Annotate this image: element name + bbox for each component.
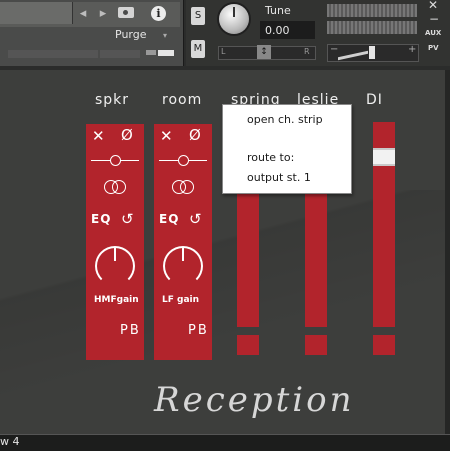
reset-icon[interactable]: ↺	[121, 210, 134, 228]
eq-button[interactable]: EQ	[91, 212, 111, 226]
bypass-icon[interactable]: ✕	[92, 127, 105, 145]
info-icon[interactable]: i	[151, 6, 166, 21]
pan-right-label: R	[304, 47, 310, 56]
fader-spring[interactable]	[237, 187, 259, 327]
reception-logo: Reception	[154, 380, 355, 420]
menu-item-output-st1[interactable]: output st. 1	[247, 171, 311, 184]
knob-pointer	[182, 247, 184, 261]
bypass-icon[interactable]: ✕	[160, 127, 173, 145]
pv-button[interactable]: PV	[428, 44, 439, 52]
stereo-width-handle[interactable]	[110, 155, 121, 166]
mute-button[interactable]: M	[191, 40, 205, 58]
volume-plus-label: +	[408, 44, 417, 55]
channel-context-menu: open ch. strip route to: output st. 1	[222, 104, 352, 194]
fader-leslie[interactable]	[305, 187, 327, 327]
channel-label-spkr: spkr	[95, 92, 130, 108]
phase-invert-icon[interactable]: Ø	[121, 126, 133, 144]
status-text: w 4	[0, 435, 20, 448]
fader-handle-di[interactable]	[373, 148, 395, 166]
phase-invert-icon[interactable]: Ø	[189, 126, 201, 144]
stereo-width-handle[interactable]	[178, 155, 189, 166]
knob-pointer	[114, 247, 116, 261]
close-icon[interactable]: ✕	[428, 0, 438, 12]
mute-pad-spring[interactable]	[237, 335, 259, 355]
volume-handle[interactable]	[369, 46, 375, 59]
pan-left-label: L	[221, 47, 226, 56]
mute-pad-di[interactable]	[373, 335, 395, 355]
level-meter-right	[327, 21, 417, 34]
lf-gain-label: LF gain	[162, 295, 200, 305]
stereo-link-icon[interactable]	[104, 180, 126, 194]
tune-label: Tune	[265, 4, 291, 17]
chevron-down-icon[interactable]: ▾	[163, 31, 167, 40]
pb-button[interactable]: PB	[120, 323, 141, 338]
prev-snapshot-button[interactable]: ◂	[75, 6, 91, 21]
channel-label-room: room	[162, 92, 203, 108]
hmf-gain-label: HMFgain	[94, 295, 139, 305]
next-snapshot-button[interactable]: ▸	[95, 6, 111, 21]
eq-button[interactable]: EQ	[159, 212, 179, 226]
pb-button[interactable]: PB	[188, 323, 209, 338]
status-bar	[0, 434, 450, 451]
level-meter-left	[327, 4, 417, 17]
tune-value: 0.00	[265, 24, 290, 37]
camera-icon[interactable]	[118, 7, 134, 18]
stereo-link-icon[interactable]	[172, 180, 194, 194]
memory-field	[100, 50, 140, 58]
pan-handle[interactable]: ↕	[257, 45, 271, 59]
mute-pad-leslie[interactable]	[305, 335, 327, 355]
volume-minus-label: −	[330, 44, 339, 55]
instrument-name-field[interactable]	[0, 2, 73, 24]
menu-item-open-ch-strip[interactable]: open ch. strip	[247, 113, 323, 126]
solo-button[interactable]: S	[191, 7, 205, 25]
reset-icon[interactable]: ↺	[189, 210, 202, 228]
panel-scrollbar[interactable]	[445, 70, 450, 434]
channel-label-di: DI	[366, 92, 383, 108]
aux-button[interactable]: AUX	[425, 29, 441, 37]
minimize-icon[interactable]: −	[429, 12, 439, 26]
disk-indicator	[158, 50, 174, 56]
purge-button[interactable]: Purge	[115, 28, 147, 41]
tune-knob[interactable]	[219, 4, 249, 34]
voices-field	[8, 50, 98, 58]
cpu-indicator	[146, 50, 156, 55]
menu-item-route-to: route to:	[247, 151, 295, 164]
